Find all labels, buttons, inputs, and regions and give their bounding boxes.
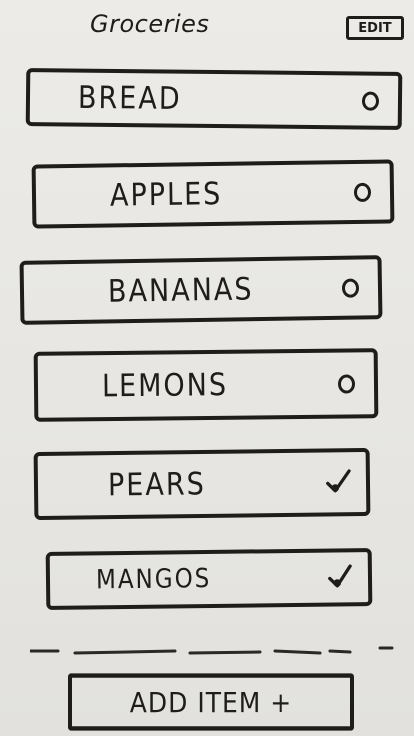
- dashed-divider: [30, 646, 394, 655]
- list-item-bananas[interactable]: BANANAS: [19, 255, 383, 325]
- add-item-button[interactable]: ADD ITEM +: [68, 673, 354, 731]
- list-item-label: LEMONS: [101, 366, 229, 404]
- unchecked-circle-icon[interactable]: [348, 178, 376, 206]
- list-item-label: MANGOS: [95, 564, 212, 596]
- list-item-label: PEARS: [107, 466, 206, 503]
- unchecked-circle-icon[interactable]: [336, 273, 364, 301]
- checkmark-icon[interactable]: [326, 563, 354, 591]
- page-title: Groceries: [90, 10, 210, 38]
- list-item-label: BANANAS: [107, 271, 254, 310]
- list-item-mangos[interactable]: MANGOS: [45, 548, 373, 610]
- unchecked-circle-icon[interactable]: [332, 369, 360, 397]
- unchecked-circle-icon[interactable]: [356, 86, 384, 114]
- list-item-bread[interactable]: BREAD: [25, 68, 403, 130]
- checkmark-icon[interactable]: [324, 468, 352, 496]
- edit-button[interactable]: EDIT: [346, 16, 404, 40]
- list-item-label: APPLES: [109, 176, 223, 214]
- list-item-lemons[interactable]: LEMONS: [33, 348, 379, 422]
- list-item-label: BREAD: [77, 79, 182, 117]
- list-item-apples[interactable]: APPLES: [31, 159, 395, 229]
- list-item-pears[interactable]: PEARS: [33, 447, 371, 521]
